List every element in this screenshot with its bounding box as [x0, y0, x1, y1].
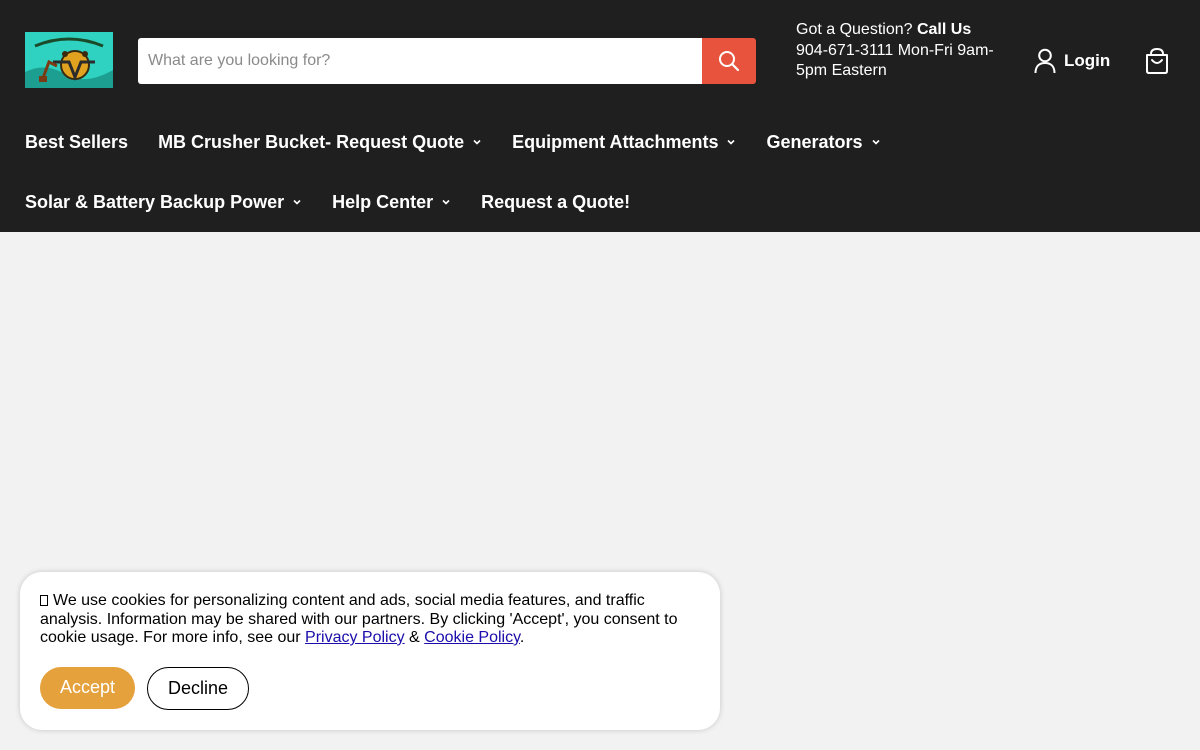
- site-header: Got a Question? Call Us 904-671-3111 Mon…: [0, 0, 1200, 232]
- nav-item-label: Best Sellers: [25, 132, 129, 152]
- nav-item-generators[interactable]: Generators: [766, 130, 880, 154]
- nav-item-equipment-attachments[interactable]: Equipment Attachments: [512, 130, 736, 154]
- nav-item-help-center[interactable]: Help Center: [332, 190, 451, 214]
- cookie-icon: [40, 595, 48, 606]
- chevron-down-icon: [727, 139, 736, 145]
- privacy-policy-link[interactable]: Privacy Policy: [305, 629, 405, 646]
- login-link[interactable]: Login: [1034, 48, 1110, 74]
- cookie-joiner: &: [404, 629, 425, 646]
- search-input[interactable]: [138, 38, 702, 84]
- search-icon: [719, 51, 740, 72]
- nav-item-mb-crusher-bucket[interactable]: MB Crusher Bucket- Request Quote: [158, 130, 482, 154]
- contact-info: Got a Question? Call Us 904-671-3111 Mon…: [796, 20, 1006, 82]
- chevron-down-icon: [473, 139, 481, 145]
- nav-item-label: Generators: [766, 132, 863, 152]
- nav-item-label: Request a Quote!: [481, 192, 631, 212]
- chevron-down-icon: [871, 139, 880, 145]
- user-icon: [1034, 48, 1056, 74]
- cookie-message: We use cookies for personalizing content…: [40, 592, 695, 648]
- main-nav-row-2: Solar & Battery Backup Power Help Center…: [25, 190, 660, 214]
- search-button[interactable]: [702, 38, 756, 84]
- cookie-consent-banner: We use cookies for personalizing content…: [20, 572, 720, 730]
- logo-image: [25, 32, 113, 88]
- main-nav-row-1: Best Sellers MB Crusher Bucket- Request …: [25, 130, 911, 154]
- contact-timezone: 5pm Eastern: [796, 62, 887, 79]
- nav-item-label: MB Crusher Bucket- Request Quote: [158, 132, 465, 152]
- store-logo[interactable]: [25, 32, 113, 88]
- chevron-down-icon: [293, 199, 301, 205]
- nav-item-label: Solar & Battery Backup Power: [25, 192, 285, 212]
- contact-phone-hours[interactable]: 904-671-3111 Mon-Fri 9am-: [796, 42, 994, 59]
- nav-item-solar-battery[interactable]: Solar & Battery Backup Power: [25, 190, 302, 214]
- nav-item-best-sellers[interactable]: Best Sellers: [25, 130, 128, 154]
- nav-item-label: Help Center: [332, 192, 434, 212]
- contact-question: Got a Question?: [796, 21, 913, 38]
- cart-button[interactable]: [1143, 47, 1171, 75]
- cookie-policy-link[interactable]: Cookie Policy: [424, 629, 520, 646]
- shopping-bag-icon: [1146, 47, 1168, 74]
- nav-item-label: Equipment Attachments: [512, 132, 719, 152]
- nav-item-request-quote[interactable]: Request a Quote!: [481, 190, 630, 214]
- chevron-down-icon: [442, 199, 450, 205]
- decline-button[interactable]: Decline: [147, 667, 249, 710]
- login-label: Login: [1064, 51, 1111, 70]
- search-bar: [138, 38, 756, 84]
- accept-button[interactable]: Accept: [40, 667, 135, 709]
- cookie-text-end: .: [519, 629, 525, 646]
- call-us-label: Call Us: [916, 21, 972, 38]
